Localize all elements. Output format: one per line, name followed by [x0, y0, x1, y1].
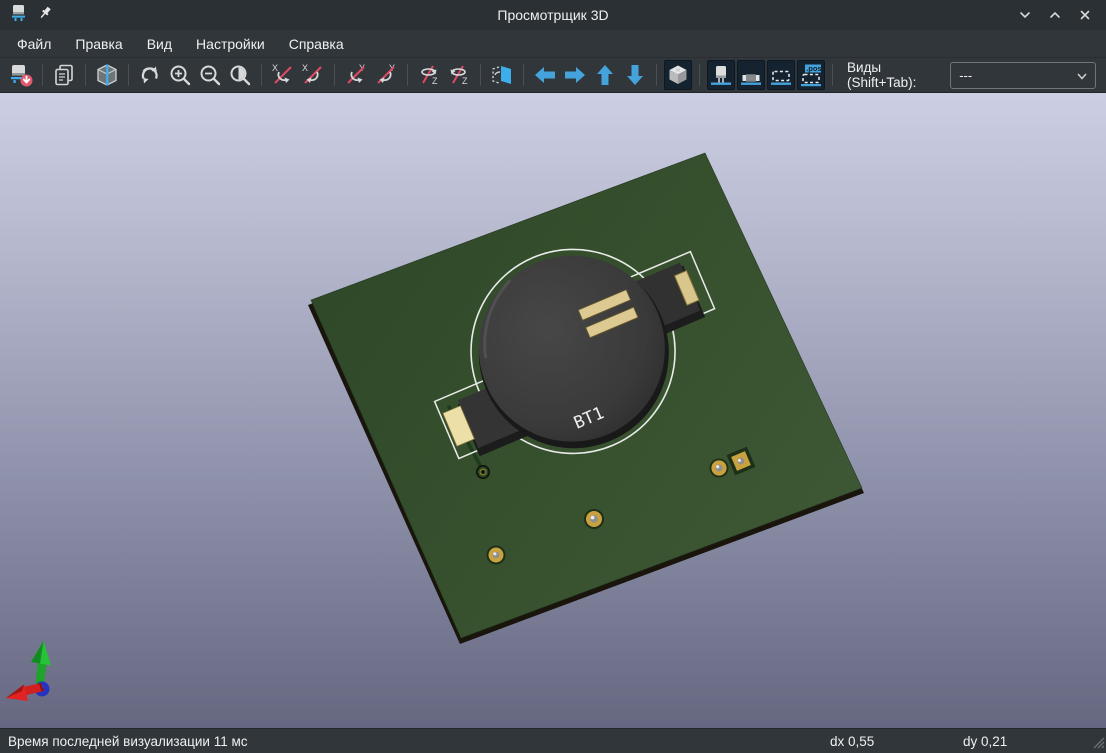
render-time-status: Время последней визуализации 11 мс — [0, 734, 248, 749]
svg-text:X: X — [272, 63, 278, 73]
toolbar-separator — [523, 64, 524, 86]
export-image-icon — [8, 62, 34, 88]
zoom-fit-icon — [227, 62, 253, 88]
via-hole — [482, 471, 485, 474]
menu-edit[interactable]: Правка — [63, 33, 134, 55]
toolbar-separator — [832, 64, 833, 86]
toolbar-separator — [699, 64, 700, 86]
rotate-y-ccw-button[interactable]: Y — [372, 60, 400, 90]
views-label: Виды (Shift+Tab): — [847, 60, 942, 90]
views-combobox[interactable]: --- — [950, 62, 1096, 89]
ortho-cube-icon — [665, 62, 691, 88]
rotate-x-cw-icon: X — [270, 62, 296, 88]
refresh-icon — [137, 62, 163, 88]
window-title: Просмотрщик 3D — [0, 7, 1106, 23]
statusbar: Время последней визуализации 11 мс dx 0,… — [0, 728, 1106, 753]
rotate-y-cw-button[interactable]: Y — [342, 60, 370, 90]
pos-file-icon: .pos — [798, 62, 824, 88]
dx-readout: dx 0,55 — [830, 734, 874, 749]
rotate-y-cw-icon: Y — [343, 62, 369, 88]
rotate-z-ccw-icon: Z — [446, 62, 472, 88]
toolbar-separator — [656, 64, 657, 86]
virtual-component-icon — [768, 62, 794, 88]
arrow-down-icon — [622, 62, 648, 88]
plated-hole-2 — [584, 509, 604, 529]
maximize-button[interactable] — [1044, 4, 1066, 26]
3d-viewport[interactable]: BT1 — [0, 93, 1106, 728]
pin-icon[interactable] — [37, 5, 53, 26]
raytracing-render-button[interactable] — [93, 60, 121, 90]
toolbar-separator — [334, 64, 335, 86]
menu-help[interactable]: Справка — [277, 33, 356, 55]
move-left-button[interactable] — [531, 60, 559, 90]
rotate-y-ccw-icon: Y — [373, 62, 399, 88]
svg-text:Z: Z — [432, 76, 438, 86]
menu-file[interactable]: Файл — [5, 33, 63, 55]
arrow-right-icon — [562, 62, 588, 88]
smd-component-icon — [738, 62, 764, 88]
toolbar: X X Y Y Z — [0, 58, 1106, 93]
close-button[interactable] — [1074, 4, 1096, 26]
toolbar-separator — [480, 64, 481, 86]
copy-icon — [51, 62, 77, 88]
show-pos-models-toggle[interactable]: .pos — [797, 60, 825, 90]
tht-component-icon — [708, 62, 734, 88]
arrow-up-icon — [592, 62, 618, 88]
toolbar-separator — [85, 64, 86, 86]
app-icon — [9, 3, 28, 27]
views-selected-value: --- — [959, 68, 972, 83]
chevron-down-icon — [1076, 70, 1088, 85]
rotate-x-ccw-button[interactable]: X — [299, 60, 327, 90]
move-right-button[interactable] — [561, 60, 589, 90]
toolbar-separator — [128, 64, 129, 86]
zoom-out-button[interactable] — [196, 60, 224, 90]
zoom-out-icon — [197, 62, 223, 88]
arrow-left-icon — [532, 62, 558, 88]
zoom-fit-button[interactable] — [226, 60, 254, 90]
rotate-z-cw-icon: Z — [416, 62, 442, 88]
plated-hole-3 — [710, 459, 729, 478]
titlebar: Просмотрщик 3D — [0, 0, 1106, 30]
toolbar-separator — [42, 64, 43, 86]
move-up-button[interactable] — [591, 60, 619, 90]
export-image-button[interactable] — [7, 60, 35, 90]
move-down-button[interactable] — [621, 60, 649, 90]
rotate-x-cw-button[interactable]: X — [269, 60, 297, 90]
resize-grip[interactable] — [1091, 735, 1105, 752]
svg-text:Z: Z — [462, 76, 468, 86]
menu-preferences[interactable]: Настройки — [184, 33, 277, 55]
rotate-x-ccw-icon: X — [300, 62, 326, 88]
rotate-z-cw-button[interactable]: Z — [415, 60, 443, 90]
raytracing-cube-icon — [94, 62, 120, 88]
menubar: Файл Правка Вид Настройки Справка — [0, 30, 1106, 58]
reload-board-button[interactable] — [136, 60, 164, 90]
toolbar-separator — [261, 64, 262, 86]
flip-board-button[interactable] — [488, 60, 516, 90]
svg-text:X: X — [302, 63, 308, 73]
axis-gizmo — [6, 641, 51, 701]
svg-text:.pos: .pos — [806, 64, 821, 73]
plated-hole-1 — [487, 546, 506, 565]
minimize-button[interactable] — [1014, 4, 1036, 26]
copy-image-button[interactable] — [50, 60, 78, 90]
3d-scene: BT1 — [0, 93, 1106, 728]
show-virtual-models-toggle[interactable] — [767, 60, 795, 90]
zoom-in-icon — [167, 62, 193, 88]
show-smd-models-toggle[interactable] — [737, 60, 765, 90]
rotate-z-ccw-button[interactable]: Z — [445, 60, 473, 90]
menu-view[interactable]: Вид — [135, 33, 184, 55]
toolbar-separator — [407, 64, 408, 86]
dy-readout: dy 0,21 — [963, 734, 1007, 749]
flip-board-icon — [489, 62, 515, 88]
zoom-in-button[interactable] — [166, 60, 194, 90]
show-tht-models-toggle[interactable] — [707, 60, 735, 90]
orthographic-projection-toggle[interactable] — [664, 60, 692, 90]
